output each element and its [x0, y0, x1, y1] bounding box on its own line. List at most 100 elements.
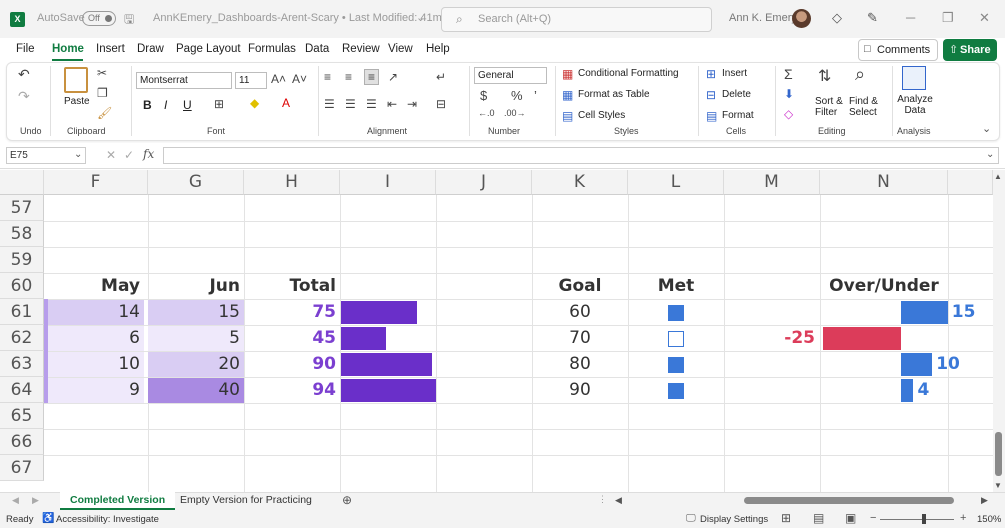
increase-indent-icon[interactable]: ⇥ — [407, 97, 417, 111]
cancel-icon[interactable]: ✕ — [106, 148, 116, 162]
vertical-scroll-thumb[interactable] — [995, 432, 1002, 476]
delete-button[interactable]: Delete — [722, 89, 751, 100]
met-unchecked-icon[interactable] — [668, 331, 684, 347]
align-right-icon[interactable]: ☰ — [366, 97, 377, 111]
zoom-out-icon[interactable]: − — [870, 512, 876, 524]
met-checked-icon[interactable] — [668, 305, 684, 321]
autosave-toggle[interactable]: Off — [82, 11, 116, 26]
close-icon[interactable]: ✕ — [979, 10, 990, 26]
comma-icon[interactable]: ’ — [534, 88, 537, 103]
delete-cells-icon[interactable]: ⊟ — [706, 88, 716, 102]
name-box-chevron-icon[interactable]: ⌄ — [74, 149, 82, 160]
decrease-indent-icon[interactable]: ⇤ — [387, 97, 397, 111]
under-label[interactable]: -25 — [779, 325, 819, 351]
sort-filter-button[interactable]: Sort & Filter — [815, 96, 847, 118]
cell-may[interactable]: 14 — [48, 299, 144, 325]
menu-home[interactable]: Home — [52, 43, 84, 55]
conditional-formatting-icon[interactable]: ▦ — [562, 67, 573, 81]
scroll-right-icon[interactable]: ▶ — [981, 495, 988, 506]
search-box[interactable]: Search (Alt+Q) — [441, 7, 712, 32]
accessibility-status[interactable]: Accessibility: Investigate — [56, 514, 159, 525]
menu-data[interactable]: Data — [305, 43, 329, 55]
insert-cells-icon[interactable]: ⊞ — [706, 67, 716, 81]
cell-jun[interactable]: 5 — [148, 325, 244, 351]
align-middle-icon[interactable]: ≡ — [345, 70, 352, 84]
cell-may[interactable]: 9 — [48, 377, 144, 403]
cell-goal[interactable]: 60 — [532, 299, 628, 325]
zoom-slider-track[interactable] — [880, 519, 954, 520]
cell-jun[interactable]: 40 — [148, 377, 244, 403]
undo-icon[interactable]: ↶ — [18, 66, 30, 83]
over-label[interactable]: 15 — [952, 299, 992, 325]
decrease-decimal-icon[interactable]: .00→ — [504, 108, 526, 118]
cell-total[interactable]: 94 — [244, 377, 340, 403]
sort-filter-icon[interactable]: ⇅ — [818, 66, 831, 86]
cell-may[interactable]: 6 — [48, 325, 144, 351]
menu-view[interactable]: View — [388, 43, 413, 55]
title-chevron-down-icon[interactable]: ⌄ — [416, 11, 425, 24]
met-checked-icon[interactable] — [668, 357, 684, 373]
pen-icon[interactable]: ✎ — [867, 10, 878, 26]
worksheet-grid[interactable]: F G H I J K L M N 57 58 59 60 61 62 63 6… — [0, 170, 993, 492]
paste-label[interactable]: Paste — [64, 96, 90, 107]
wrap-text-icon[interactable]: ↵ — [436, 70, 446, 84]
sheet-tab-completed[interactable]: Completed Version — [60, 492, 176, 510]
conditional-formatting-button[interactable]: Conditional Formatting — [578, 68, 679, 79]
horizontal-scroll-thumb[interactable] — [744, 497, 954, 504]
insert-button[interactable]: Insert — [722, 68, 747, 79]
align-center-icon[interactable]: ☰ — [345, 97, 356, 111]
clear-icon[interactable]: ◇ — [784, 107, 793, 121]
page-layout-view-icon[interactable]: ▤ — [813, 511, 824, 525]
zoom-in-icon[interactable]: + — [960, 512, 966, 524]
font-size-select[interactable]: 11 — [235, 72, 267, 89]
cell-total[interactable]: 90 — [244, 351, 340, 377]
increase-font-icon[interactable]: A˄ — [271, 72, 286, 86]
fill-color-icon[interactable]: ◆ — [250, 96, 259, 110]
menu-formulas[interactable]: Formulas — [248, 43, 296, 55]
scroll-down-icon[interactable]: ▼ — [994, 481, 1002, 490]
cell-styles-button[interactable]: Cell Styles — [578, 110, 625, 121]
number-format-select[interactable]: General — [474, 67, 547, 84]
normal-view-icon[interactable]: ⊞ — [781, 511, 791, 525]
cell-jun[interactable]: 15 — [148, 299, 244, 325]
align-bottom-icon[interactable]: ≡ — [364, 69, 380, 85]
percent-icon[interactable]: % — [511, 88, 523, 103]
borders-icon[interactable]: ⊞ — [214, 97, 224, 111]
menu-draw[interactable]: Draw — [137, 43, 164, 55]
save-icon[interactable]: 🖫 — [124, 10, 134, 31]
analyze-data-button[interactable]: Analyze Data — [897, 94, 933, 116]
diamond-icon[interactable]: ◇ — [832, 10, 842, 26]
tab-splitter-icon[interactable]: ⋮ — [598, 494, 607, 505]
paste-icon[interactable] — [64, 67, 88, 93]
increase-decimal-icon[interactable]: ←.0 — [478, 108, 495, 118]
zoom-level[interactable]: 150% — [977, 514, 1001, 525]
zoom-slider-thumb[interactable] — [922, 514, 926, 524]
cell-total[interactable]: 75 — [244, 299, 340, 325]
sheet-prev-icon[interactable]: ◀ — [12, 495, 19, 506]
scroll-up-icon[interactable]: ▲ — [994, 172, 1002, 181]
sheet-next-icon[interactable]: ▶ — [32, 495, 39, 506]
avatar[interactable] — [792, 9, 811, 28]
format-button[interactable]: Format — [722, 110, 754, 121]
analyze-data-icon[interactable] — [902, 66, 926, 90]
autosum-icon[interactable]: Σ — [784, 66, 793, 82]
add-sheet-icon[interactable]: ⊕ — [342, 493, 352, 507]
decrease-font-icon[interactable]: A˅ — [292, 72, 307, 86]
align-top-icon[interactable]: ≡ — [324, 70, 331, 84]
cell-may[interactable]: 10 — [48, 351, 144, 377]
cell-goal[interactable]: 80 — [532, 351, 628, 377]
format-table-icon[interactable]: ▦ — [562, 88, 573, 102]
minimize-icon[interactable]: ─ — [906, 10, 915, 25]
cut-icon[interactable]: ✂ — [97, 66, 107, 80]
over-label[interactable]: 10 — [936, 351, 976, 377]
find-select-button[interactable]: Find & Select — [849, 96, 889, 118]
copy-icon[interactable]: ❐ — [97, 86, 108, 100]
fx-icon[interactable]: fx — [143, 147, 154, 161]
italic-button[interactable]: I — [164, 98, 167, 112]
ribbon-collapse-chevron-icon[interactable]: ⌄ — [982, 122, 991, 135]
over-label[interactable]: 4 — [917, 377, 957, 403]
fill-icon[interactable]: ⬇ — [784, 87, 794, 101]
sheet-tab-empty[interactable]: Empty Version for Practicing — [170, 492, 322, 510]
display-settings-button[interactable]: Display Settings — [700, 514, 768, 525]
find-select-icon[interactable]: ⌕ — [855, 64, 865, 85]
